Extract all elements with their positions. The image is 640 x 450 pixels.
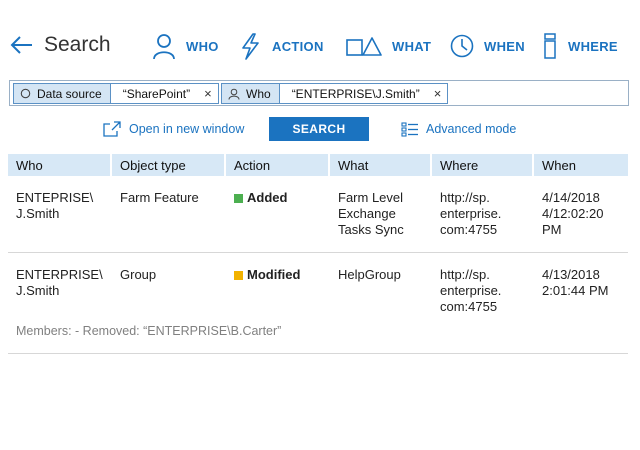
nav-who-label: WHO bbox=[186, 38, 219, 54]
cell-action: Modified bbox=[226, 253, 330, 321]
column-header-object-type[interactable]: Object type bbox=[112, 154, 226, 176]
filter-key-data-source[interactable]: Data source bbox=[13, 83, 111, 104]
cell-object-type: Farm Feature bbox=[120, 190, 199, 205]
status-badge: Added bbox=[234, 190, 322, 206]
circle-icon bbox=[20, 88, 31, 99]
person-icon bbox=[152, 32, 176, 60]
nav-action-label: ACTION bbox=[272, 38, 324, 54]
filter-value-label: “ENTERPRISE\J.Smith” bbox=[291, 86, 420, 101]
column-header-when[interactable]: When bbox=[534, 154, 628, 176]
nav-who[interactable]: WHO bbox=[152, 30, 219, 62]
open-new-window-label: Open in new window bbox=[129, 122, 245, 136]
column-header-where[interactable]: Where bbox=[432, 154, 534, 176]
nav-when[interactable]: WHEN bbox=[450, 30, 525, 62]
status-dot-icon bbox=[234, 271, 243, 280]
results-table: Who Object type Action What Where When E… bbox=[8, 154, 628, 354]
filter-key-who[interactable]: Who bbox=[221, 83, 280, 104]
cell-object-type: Group bbox=[120, 267, 157, 282]
change-detail-text: Members: - Removed: “ENTERPRISE\B.Carter… bbox=[16, 324, 282, 338]
lightning-icon bbox=[238, 32, 262, 60]
action-bar: Open in new window SEARCH Advanced mode bbox=[0, 117, 640, 143]
table-row[interactable]: ENTEPRISE\ J.Smith Farm Feature Added Fa… bbox=[8, 176, 628, 252]
open-new-window-link[interactable]: Open in new window bbox=[103, 121, 244, 137]
remove-filter-icon[interactable]: × bbox=[204, 86, 212, 101]
person-icon bbox=[228, 88, 240, 100]
filter-key-label: Data source bbox=[37, 86, 102, 101]
cell-where: http://sp. enterprise. com:4755 bbox=[440, 267, 502, 314]
nav-action[interactable]: ACTION bbox=[238, 30, 324, 62]
cell-where: http://sp. enterprise. com:4755 bbox=[440, 190, 502, 237]
filter-value-label: “SharePoint” bbox=[122, 86, 191, 101]
cell-what: HelpGroup bbox=[338, 267, 401, 282]
nav-where[interactable]: WHERE bbox=[542, 30, 618, 62]
nav-what-label: WHAT bbox=[392, 38, 432, 54]
cell-when: 4/14/2018 4/12:02:20 PM bbox=[542, 190, 604, 237]
column-header-what[interactable]: What bbox=[330, 154, 432, 176]
status-dot-icon bbox=[234, 194, 243, 203]
server-icon bbox=[542, 32, 558, 60]
filter-key-label: Who bbox=[246, 86, 271, 101]
column-header-who[interactable]: Who bbox=[8, 154, 112, 176]
list-icon bbox=[401, 122, 418, 137]
filter-chip-who: Who “ENTERPRISE\J.Smith” × bbox=[221, 83, 449, 104]
cell-action: Added bbox=[226, 176, 330, 252]
cell-what: Farm Level Exchange Tasks Sync bbox=[338, 190, 404, 237]
cell-who: ENTERPRISE\ J.Smith bbox=[16, 267, 103, 298]
filter-value-data-source[interactable]: “SharePoint” × bbox=[110, 83, 219, 104]
row-divider bbox=[8, 353, 628, 354]
filter-chip-data-source: Data source “SharePoint” × bbox=[13, 83, 219, 104]
table-header-row: Who Object type Action What Where When bbox=[8, 154, 628, 176]
nav-when-label: WHEN bbox=[484, 38, 525, 54]
filter-bar[interactable]: Data source “SharePoint” × Who “ENTERPRI… bbox=[9, 80, 629, 106]
cell-who: ENTEPRISE\ J.Smith bbox=[16, 190, 94, 221]
advanced-mode-label: Advanced mode bbox=[426, 122, 517, 136]
table-row-detail: Members: - Removed: “ENTERPRISE\B.Carter… bbox=[8, 321, 628, 353]
advanced-mode-link[interactable]: Advanced mode bbox=[401, 121, 516, 137]
clock-icon bbox=[450, 32, 474, 60]
status-label: Modified bbox=[247, 267, 301, 282]
back-arrow-icon[interactable] bbox=[8, 32, 34, 58]
filter-value-who[interactable]: “ENTERPRISE\J.Smith” × bbox=[279, 83, 449, 104]
status-badge: Modified bbox=[234, 267, 322, 283]
column-header-action[interactable]: Action bbox=[226, 154, 330, 176]
external-link-icon bbox=[103, 121, 121, 137]
search-button[interactable]: SEARCH bbox=[269, 117, 369, 141]
page-title: Search bbox=[44, 33, 111, 56]
header: Search WHO ACTION WHAT WHEN WHERE bbox=[0, 0, 640, 80]
status-label: Added bbox=[247, 190, 288, 205]
cell-when: 4/13/2018 2:01:44 PM bbox=[542, 267, 609, 298]
nav-what[interactable]: WHAT bbox=[346, 30, 431, 62]
nav-where-label: WHERE bbox=[568, 38, 618, 54]
objects-icon bbox=[346, 32, 382, 60]
remove-filter-icon[interactable]: × bbox=[434, 86, 442, 101]
table-row[interactable]: ENTERPRISE\ J.Smith Group Modified HelpG… bbox=[8, 253, 628, 321]
